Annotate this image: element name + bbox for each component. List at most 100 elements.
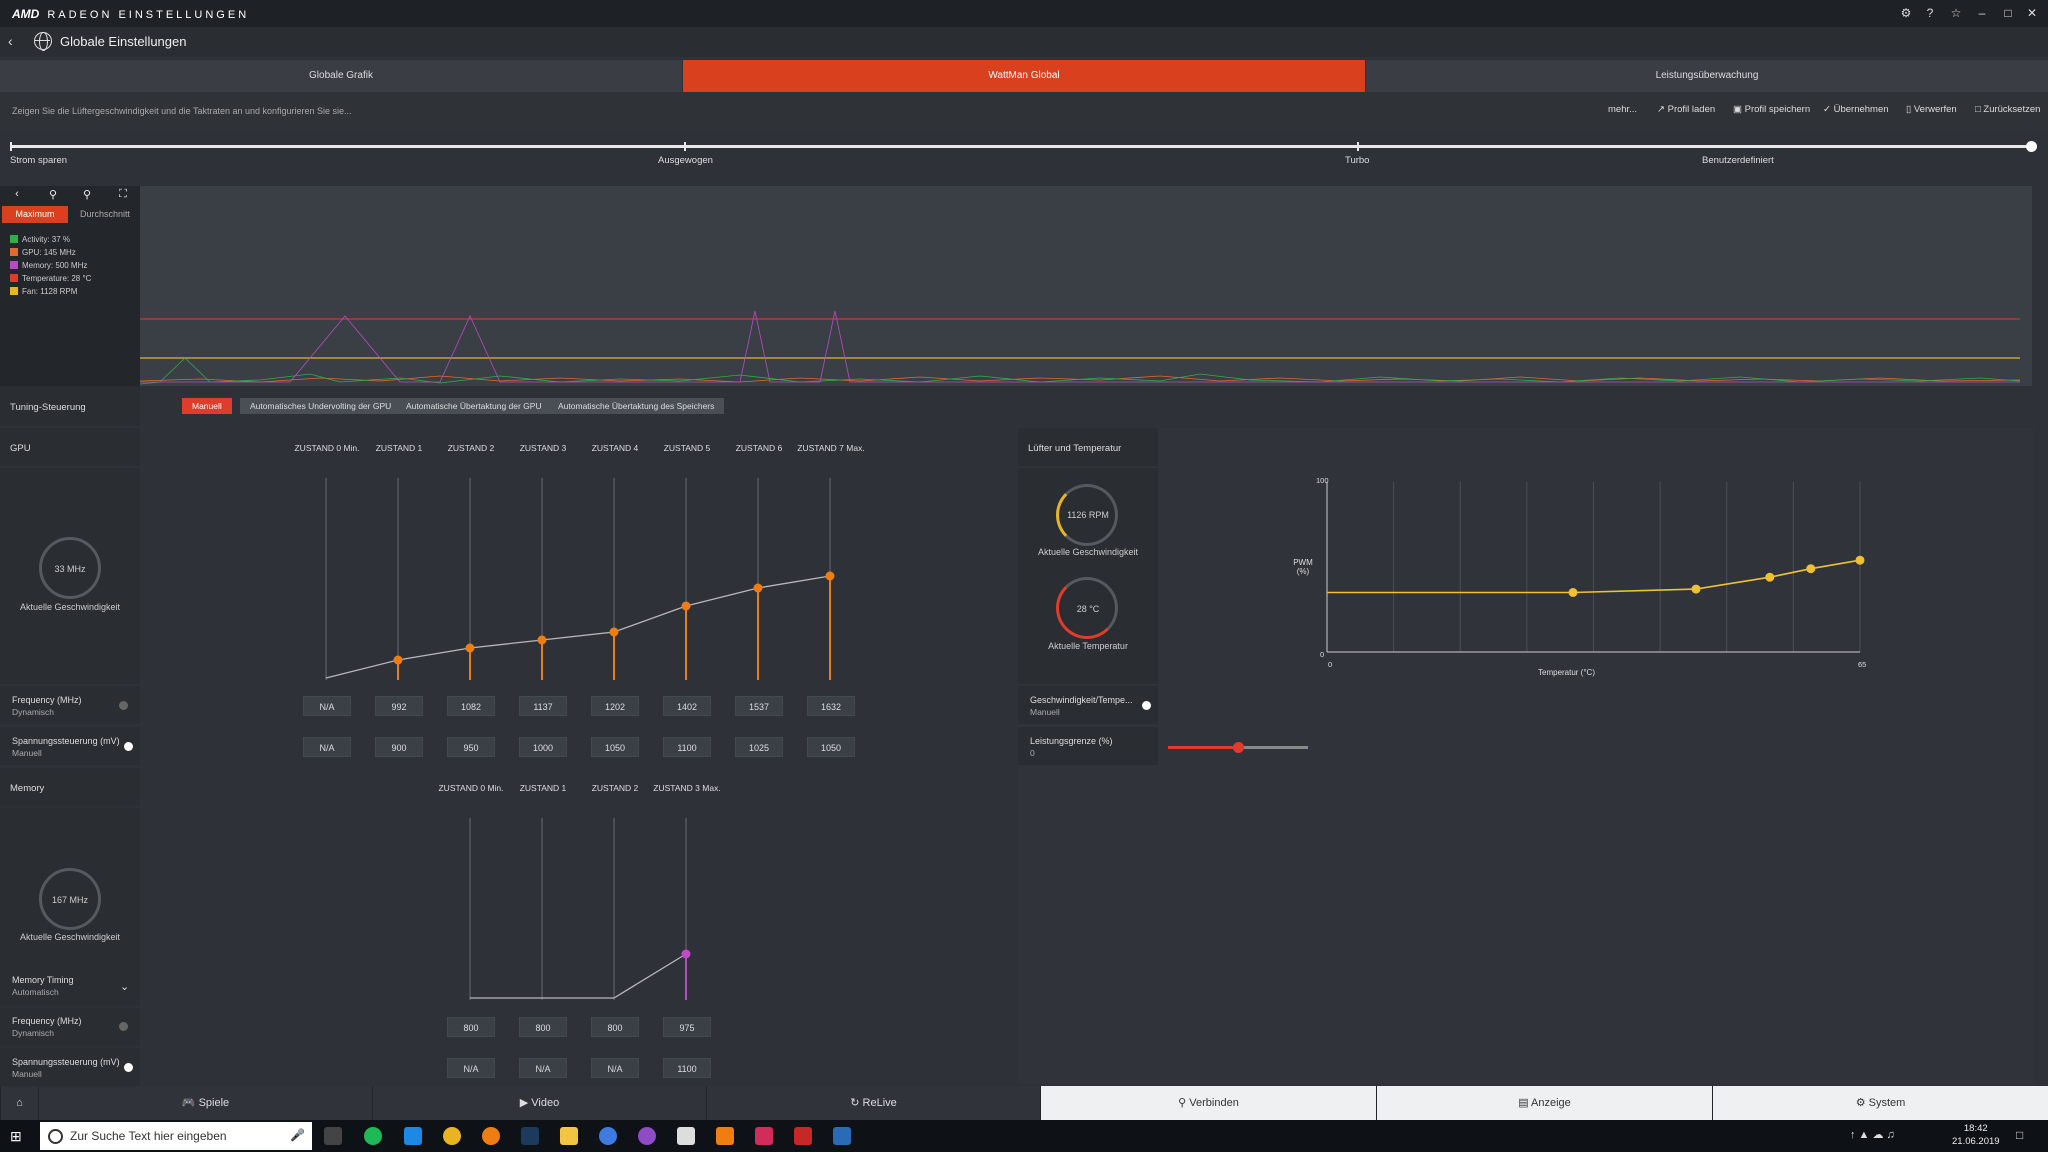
memory-voltage-toggle[interactable] — [124, 1063, 133, 1072]
home-icon[interactable]: ⌂ — [0, 1086, 38, 1120]
memory-frequency-value[interactable]: 800 — [447, 1017, 495, 1037]
fan-curve-point[interactable] — [1691, 584, 1701, 594]
gpu-state-curve[interactable] — [270, 470, 870, 682]
load-profile-button[interactable]: ↗ Profil laden — [1657, 104, 1715, 115]
nav-verbinden[interactable]: ⚲ Verbinden — [1040, 1086, 1376, 1120]
minimize-icon[interactable]: – — [1974, 5, 1990, 21]
mail-icon[interactable] — [677, 1127, 695, 1145]
nav-relive[interactable]: ↻ ReLive — [706, 1086, 1040, 1120]
legend-checkbox[interactable] — [10, 274, 18, 282]
preset-slider-knob[interactable] — [2026, 141, 2037, 152]
gpu-frequency-toggle[interactable] — [119, 701, 128, 710]
help-icon[interactable]: ? — [1922, 5, 1938, 21]
power-limit-slider[interactable] — [1168, 742, 1308, 753]
legend-checkbox[interactable] — [10, 235, 18, 243]
nav-spiele[interactable]: 🎮 Spiele — [38, 1086, 372, 1120]
fan-curve-chart[interactable]: PWM (%) 100 0 0 65 Temperatur (°C) — [1280, 476, 1900, 686]
gpu-frequency-value[interactable]: 1402 — [663, 696, 711, 716]
amd-radeon-icon[interactable] — [794, 1127, 812, 1145]
memory-frequency-value[interactable]: 800 — [519, 1017, 567, 1037]
preset-turbo[interactable]: Turbo — [1345, 155, 1369, 166]
windows-start-icon[interactable]: ⊞ — [10, 1128, 22, 1145]
more-button[interactable]: mehr... — [1608, 104, 1637, 115]
tab-leistungsueberwachung[interactable]: Leistungsüberwachung — [1366, 60, 2048, 92]
reset-button[interactable]: □ Zurücksetzen — [1975, 104, 2040, 115]
legend-gpu[interactable]: GPU: 145 MHz — [10, 248, 76, 257]
tab-wattman-global[interactable]: WattMan Global — [683, 60, 1365, 92]
gpu-frequency-value[interactable]: 1137 — [519, 696, 567, 716]
close-icon[interactable]: ✕ — [2024, 5, 2040, 21]
app-icon[interactable] — [599, 1127, 617, 1145]
zoom-in-icon[interactable]: ⚲ — [40, 188, 66, 204]
preset-tick[interactable] — [684, 142, 686, 151]
vlc-icon[interactable] — [716, 1127, 734, 1145]
tuning-mode-oc-memory[interactable]: Automatische Übertaktung des Speichers — [548, 398, 725, 414]
gpu-voltage-value[interactable]: 1100 — [663, 737, 711, 757]
tuning-mode-manual[interactable]: Manuell — [182, 398, 232, 414]
gpu-voltage-value[interactable]: 1050 — [807, 737, 855, 757]
system-tray-icons[interactable]: ↑ ▲ ☁ ♫ — [1850, 1128, 1895, 1141]
preset-tick[interactable] — [10, 142, 12, 151]
taskbar-clock[interactable]: 18:42 21.06.2019 — [1952, 1122, 2000, 1148]
gpu-voltage-toggle[interactable] — [124, 742, 133, 751]
legend-checkbox[interactable] — [10, 261, 18, 269]
notification-icon[interactable]: ⚙ — [1898, 5, 1914, 21]
spotify-icon[interactable] — [364, 1127, 382, 1145]
fan-curve-point[interactable] — [1765, 572, 1775, 582]
gpu-voltage-value[interactable]: 1050 — [591, 737, 639, 757]
gpu-voltage-value[interactable]: 1000 — [519, 737, 567, 757]
speed-temp-toggle[interactable] — [1142, 701, 1151, 710]
app-icon[interactable] — [638, 1127, 656, 1145]
crop-icon[interactable]: ⛶ — [110, 188, 136, 204]
save-profile-button[interactable]: ▣ Profil speichern — [1733, 104, 1810, 115]
taskbar-search-input[interactable]: Zur Suche Text hier eingeben — [40, 1122, 312, 1150]
nav-video[interactable]: ▶ Video — [372, 1086, 706, 1120]
memory-voltage-value[interactable]: 1100 — [663, 1058, 711, 1078]
gpu-frequency-value[interactable]: 1632 — [807, 696, 855, 716]
microphone-icon[interactable]: 🎤 — [290, 1128, 305, 1142]
preset-strom-sparen[interactable]: Strom sparen — [10, 155, 67, 166]
app-icon[interactable] — [755, 1127, 773, 1145]
task-view-icon[interactable] — [324, 1127, 342, 1145]
tuning-mode-oc-gpu[interactable]: Automatische Übertaktung der GPU — [396, 398, 552, 414]
graph-tab-maximum[interactable]: Maximum — [2, 206, 68, 223]
nav-system[interactable]: ⚙ System — [1712, 1086, 2048, 1120]
apply-button[interactable]: ✓ Übernehmen — [1823, 104, 1889, 115]
steam-icon[interactable] — [521, 1127, 539, 1145]
preset-benutzerdefiniert[interactable]: Benutzerdefiniert — [1702, 155, 1774, 166]
preset-tick[interactable] — [1357, 142, 1359, 151]
graph-tab-average[interactable]: Durchschnitt — [72, 206, 138, 223]
gpu-frequency-value[interactable]: N/A — [303, 696, 351, 716]
memory-voltage-value[interactable]: N/A — [591, 1058, 639, 1078]
file-explorer-icon[interactable] — [560, 1127, 578, 1145]
gpu-frequency-value[interactable]: 992 — [375, 696, 423, 716]
legend-checkbox[interactable] — [10, 248, 18, 256]
memory-state-curve[interactable] — [440, 812, 700, 1002]
gpu-frequency-value[interactable]: 1537 — [735, 696, 783, 716]
legend-checkbox[interactable] — [10, 287, 18, 295]
memory-voltage-value[interactable]: N/A — [447, 1058, 495, 1078]
legend-temperature[interactable]: Temperature: 28 °C — [10, 274, 91, 283]
gpu-frequency-value[interactable]: 1082 — [447, 696, 495, 716]
memory-voltage-value[interactable]: N/A — [519, 1058, 567, 1078]
zoom-out-icon[interactable]: ⚲ — [74, 188, 100, 204]
chevron-left-icon[interactable]: ‹ — [4, 188, 30, 204]
fan-curve-point[interactable] — [1806, 564, 1816, 574]
memory-frequency-value[interactable]: 975 — [663, 1017, 711, 1037]
power-limit-knob[interactable] — [1233, 742, 1244, 753]
star-icon[interactable]: ☆ — [1948, 5, 1964, 21]
chrome-icon[interactable] — [443, 1127, 461, 1145]
discard-button[interactable]: ▯ Verwerfen — [1906, 104, 1957, 115]
maximize-icon[interactable]: □ — [2000, 5, 2016, 21]
firefox-icon[interactable] — [482, 1127, 500, 1145]
gpu-voltage-value[interactable]: 900 — [375, 737, 423, 757]
tuning-mode-undervolt[interactable]: Automatisches Undervolting der GPU — [240, 398, 402, 414]
gpu-voltage-value[interactable]: 1025 — [735, 737, 783, 757]
fan-curve-point[interactable] — [1568, 588, 1578, 597]
memory-frequency-value[interactable]: 800 — [591, 1017, 639, 1037]
steam-icon[interactable] — [833, 1127, 851, 1145]
legend-fan[interactable]: Fan: 1128 RPM — [10, 287, 77, 296]
legend-activity[interactable]: Activity: 37 % — [10, 235, 70, 244]
preset-ausgewogen[interactable]: Ausgewogen — [658, 155, 713, 166]
edge-icon[interactable] — [404, 1127, 422, 1145]
